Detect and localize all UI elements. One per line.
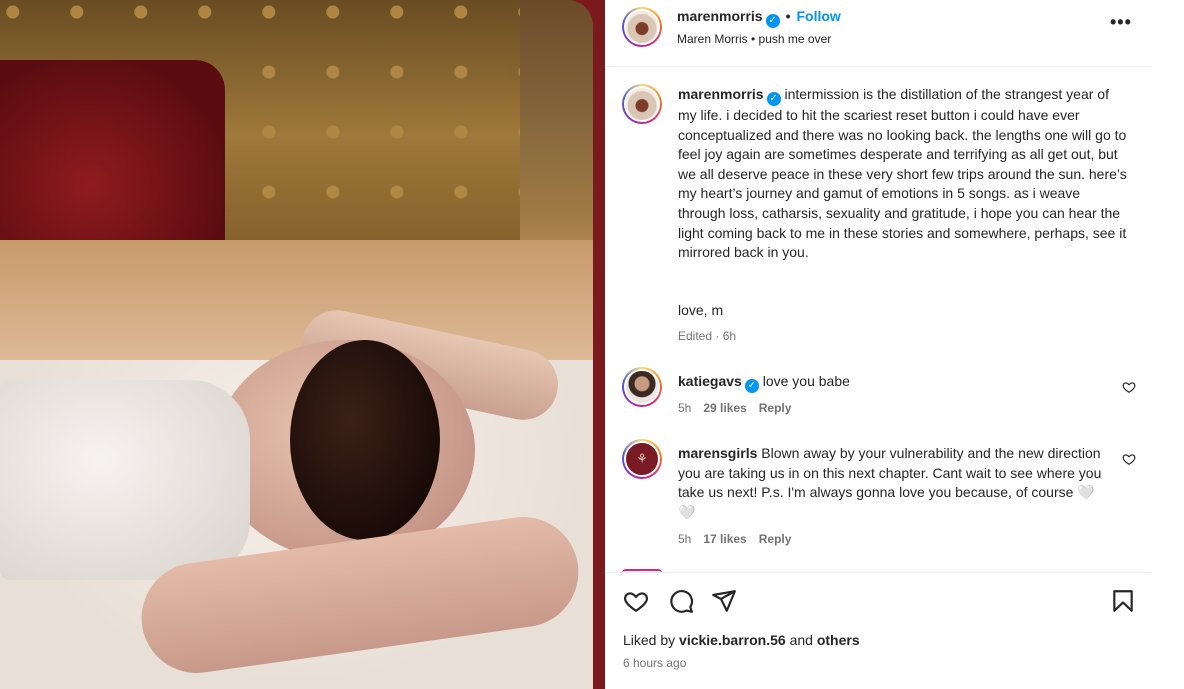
comment-meta: 5h 17 likes Reply	[678, 532, 803, 546]
comment-time: 5h	[678, 532, 692, 546]
comment-meta: 5h 29 likes Reply	[678, 401, 803, 415]
post-header: marenmorris ✓ • Follow	[677, 8, 841, 28]
comment-heart-icon[interactable]	[1122, 452, 1136, 466]
verified-badge-icon: ✓	[765, 14, 780, 28]
actions-divider	[605, 572, 1151, 573]
paper-plane-icon[interactable]	[711, 588, 737, 614]
more-options-icon[interactable]: •••	[1110, 12, 1132, 33]
caption-signoff: love, m	[678, 302, 724, 318]
follow-button[interactable]: Follow	[797, 8, 841, 24]
photo-lace-top	[0, 380, 250, 580]
liked-by-and: and	[789, 632, 813, 648]
comment-avatar[interactable]: ⚘	[622, 439, 662, 479]
verified-badge-icon: ✓	[766, 92, 781, 106]
comment: marensgirls Blown away by your vulnerabi…	[678, 444, 1108, 522]
comment-heart-icon[interactable]	[1122, 380, 1136, 394]
comment-likes-link[interactable]: 29 likes	[703, 401, 746, 415]
post-subtitle[interactable]: Maren Morris • push me over	[677, 32, 831, 46]
author-avatar[interactable]	[622, 7, 662, 47]
caption-username[interactable]: marenmorris	[678, 86, 764, 102]
bookmark-icon[interactable]	[1110, 588, 1136, 614]
liked-by-user-link[interactable]: vickie.barron.56	[679, 632, 786, 648]
comment-time: 5h	[678, 401, 692, 415]
post-photo[interactable]	[0, 0, 593, 689]
post-media-frame	[0, 0, 605, 689]
caption-text: intermission is the distillation of the …	[678, 86, 1127, 261]
photo-hair	[290, 340, 440, 540]
comment-likes-link[interactable]: 17 likes	[703, 532, 746, 546]
header-separator: •	[785, 8, 791, 24]
post-caption: marenmorris ✓ intermission is the distill…	[678, 85, 1128, 263]
caption-avatar[interactable]	[622, 84, 662, 124]
comment-username[interactable]: katiegavs	[678, 373, 742, 389]
post-details-panel: marenmorris ✓ • Follow Maren Morris • push …	[605, 0, 1151, 689]
comment-reply-button[interactable]: Reply	[759, 401, 792, 415]
author-username[interactable]: marenmorris	[677, 8, 763, 24]
liked-by-summary: Liked by vickie.barron.56 and others	[623, 632, 860, 648]
comment-avatar[interactable]	[622, 367, 662, 407]
post-timestamp[interactable]: 6 hours ago	[623, 656, 686, 670]
comment-text: love you babe	[762, 373, 850, 389]
comment-icon[interactable]	[668, 588, 694, 614]
comment-username[interactable]: marensgirls	[678, 445, 757, 461]
heart-icon[interactable]	[623, 588, 649, 614]
comment: katiegavs ✓ love you babe	[678, 372, 1108, 393]
header-divider	[605, 66, 1151, 67]
liked-by-prefix: Liked by	[623, 632, 676, 648]
comment-reply-button[interactable]: Reply	[759, 532, 792, 546]
liked-by-others-link[interactable]: others	[817, 632, 860, 648]
caption-edited-time: Edited · 6h	[678, 329, 737, 343]
verified-badge-icon: ✓	[744, 379, 759, 393]
